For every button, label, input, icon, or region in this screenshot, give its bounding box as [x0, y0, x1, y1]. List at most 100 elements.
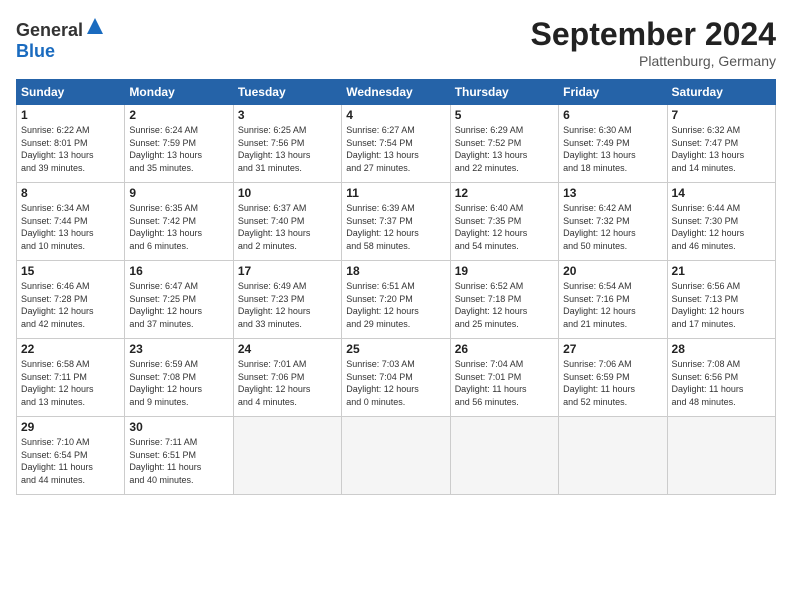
day-info: Sunrise: 6:22 AM Sunset: 8:01 PM Dayligh…: [21, 124, 120, 174]
col-header-wednesday: Wednesday: [342, 80, 450, 105]
day-number: 18: [346, 264, 445, 278]
day-info: Sunrise: 6:54 AM Sunset: 7:16 PM Dayligh…: [563, 280, 662, 330]
day-number: 24: [238, 342, 337, 356]
day-info: Sunrise: 6:52 AM Sunset: 7:18 PM Dayligh…: [455, 280, 554, 330]
day-cell: 10 Sunrise: 6:37 AM Sunset: 7:40 PM Dayli…: [233, 183, 341, 261]
day-cell: 16 Sunrise: 6:47 AM Sunset: 7:25 PM Dayli…: [125, 261, 233, 339]
day-cell: 6 Sunrise: 6:30 AM Sunset: 7:49 PM Daylig…: [559, 105, 667, 183]
day-number: 9: [129, 186, 228, 200]
day-cell: 9 Sunrise: 6:35 AM Sunset: 7:42 PM Daylig…: [125, 183, 233, 261]
header: General Blue September 2024 Plattenburg,…: [16, 16, 776, 69]
calendar-table: SundayMondayTuesdayWednesdayThursdayFrid…: [16, 79, 776, 495]
day-cell: 4 Sunrise: 6:27 AM Sunset: 7:54 PM Daylig…: [342, 105, 450, 183]
day-info: Sunrise: 6:49 AM Sunset: 7:23 PM Dayligh…: [238, 280, 337, 330]
day-info: Sunrise: 6:29 AM Sunset: 7:52 PM Dayligh…: [455, 124, 554, 174]
day-info: Sunrise: 6:47 AM Sunset: 7:25 PM Dayligh…: [129, 280, 228, 330]
col-header-friday: Friday: [559, 80, 667, 105]
day-number: 12: [455, 186, 554, 200]
day-number: 7: [672, 108, 771, 122]
day-cell: 1 Sunrise: 6:22 AM Sunset: 8:01 PM Daylig…: [17, 105, 125, 183]
logo: General Blue: [16, 16, 105, 62]
day-number: 21: [672, 264, 771, 278]
day-number: 29: [21, 420, 120, 434]
day-cell: 23 Sunrise: 6:59 AM Sunset: 7:08 PM Dayli…: [125, 339, 233, 417]
day-info: Sunrise: 6:27 AM Sunset: 7:54 PM Dayligh…: [346, 124, 445, 174]
day-number: 17: [238, 264, 337, 278]
day-cell: 21Sunrise: 6:56 AM Sunset: 7:13 PM Dayli…: [667, 261, 775, 339]
day-number: 23: [129, 342, 228, 356]
day-info: Sunrise: 7:10 AM Sunset: 6:54 PM Dayligh…: [21, 436, 120, 486]
day-cell: 2Sunrise: 6:24 AM Sunset: 7:59 PM Daylig…: [125, 105, 233, 183]
day-cell: 22 Sunrise: 6:58 AM Sunset: 7:11 PM Dayli…: [17, 339, 125, 417]
day-number: 13: [563, 186, 662, 200]
day-cell: 30 Sunrise: 7:11 AM Sunset: 6:51 PM Dayli…: [125, 417, 233, 495]
day-cell: 29 Sunrise: 7:10 AM Sunset: 6:54 PM Dayli…: [17, 417, 125, 495]
day-cell: [667, 417, 775, 495]
day-number: 30: [129, 420, 228, 434]
day-number: 14: [672, 186, 771, 200]
day-cell: 25Sunrise: 7:03 AM Sunset: 7:04 PM Dayli…: [342, 339, 450, 417]
day-info: Sunrise: 6:40 AM Sunset: 7:35 PM Dayligh…: [455, 202, 554, 252]
day-info: Sunrise: 7:04 AM Sunset: 7:01 PM Dayligh…: [455, 358, 554, 408]
day-number: 10: [238, 186, 337, 200]
day-info: Sunrise: 7:03 AM Sunset: 7:04 PM Dayligh…: [346, 358, 445, 408]
day-cell: 11Sunrise: 6:39 AM Sunset: 7:37 PM Dayli…: [342, 183, 450, 261]
day-number: 16: [129, 264, 228, 278]
day-info: Sunrise: 7:06 AM Sunset: 6:59 PM Dayligh…: [563, 358, 662, 408]
day-cell: 14Sunrise: 6:44 AM Sunset: 7:30 PM Dayli…: [667, 183, 775, 261]
day-info: Sunrise: 7:11 AM Sunset: 6:51 PM Dayligh…: [129, 436, 228, 486]
day-info: Sunrise: 6:35 AM Sunset: 7:42 PM Dayligh…: [129, 202, 228, 252]
logo-blue-text: Blue: [16, 41, 55, 61]
day-cell: 28 Sunrise: 7:08 AM Sunset: 6:56 PM Dayli…: [667, 339, 775, 417]
month-title: September 2024: [531, 16, 776, 53]
day-number: 28: [672, 342, 771, 356]
day-info: Sunrise: 6:30 AM Sunset: 7:49 PM Dayligh…: [563, 124, 662, 174]
week-row-4: 22 Sunrise: 6:58 AM Sunset: 7:11 PM Dayli…: [17, 339, 776, 417]
day-number: 5: [455, 108, 554, 122]
logo-general-text: General: [16, 20, 83, 40]
day-number: 4: [346, 108, 445, 122]
day-number: 11: [346, 186, 445, 200]
day-info: Sunrise: 7:08 AM Sunset: 6:56 PM Dayligh…: [672, 358, 771, 408]
day-number: 1: [21, 108, 120, 122]
location: Plattenburg, Germany: [531, 53, 776, 69]
day-cell: [559, 417, 667, 495]
header-row: SundayMondayTuesdayWednesdayThursdayFrid…: [17, 80, 776, 105]
day-info: Sunrise: 6:37 AM Sunset: 7:40 PM Dayligh…: [238, 202, 337, 252]
day-cell: 18 Sunrise: 6:51 AM Sunset: 7:20 PM Dayli…: [342, 261, 450, 339]
day-info: Sunrise: 6:58 AM Sunset: 7:11 PM Dayligh…: [21, 358, 120, 408]
day-cell: 3Sunrise: 6:25 AM Sunset: 7:56 PM Daylig…: [233, 105, 341, 183]
day-info: Sunrise: 6:42 AM Sunset: 7:32 PM Dayligh…: [563, 202, 662, 252]
col-header-sunday: Sunday: [17, 80, 125, 105]
day-info: Sunrise: 6:59 AM Sunset: 7:08 PM Dayligh…: [129, 358, 228, 408]
day-number: 22: [21, 342, 120, 356]
day-info: Sunrise: 6:32 AM Sunset: 7:47 PM Dayligh…: [672, 124, 771, 174]
day-cell: 7 Sunrise: 6:32 AM Sunset: 7:47 PM Daylig…: [667, 105, 775, 183]
day-info: Sunrise: 6:34 AM Sunset: 7:44 PM Dayligh…: [21, 202, 120, 252]
logo-icon: [85, 16, 105, 36]
day-info: Sunrise: 6:51 AM Sunset: 7:20 PM Dayligh…: [346, 280, 445, 330]
day-info: Sunrise: 6:46 AM Sunset: 7:28 PM Dayligh…: [21, 280, 120, 330]
day-cell: 17 Sunrise: 6:49 AM Sunset: 7:23 PM Dayli…: [233, 261, 341, 339]
col-header-thursday: Thursday: [450, 80, 558, 105]
day-cell: 24 Sunrise: 7:01 AM Sunset: 7:06 PM Dayli…: [233, 339, 341, 417]
day-number: 26: [455, 342, 554, 356]
day-cell: 26 Sunrise: 7:04 AM Sunset: 7:01 PM Dayli…: [450, 339, 558, 417]
week-row-3: 15Sunrise: 6:46 AM Sunset: 7:28 PM Dayli…: [17, 261, 776, 339]
calendar-page: General Blue September 2024 Plattenburg,…: [0, 0, 792, 612]
day-number: 8: [21, 186, 120, 200]
day-cell: 12 Sunrise: 6:40 AM Sunset: 7:35 PM Dayli…: [450, 183, 558, 261]
day-number: 19: [455, 264, 554, 278]
col-header-monday: Monday: [125, 80, 233, 105]
day-info: Sunrise: 6:24 AM Sunset: 7:59 PM Dayligh…: [129, 124, 228, 174]
day-number: 6: [563, 108, 662, 122]
col-header-saturday: Saturday: [667, 80, 775, 105]
day-cell: 19 Sunrise: 6:52 AM Sunset: 7:18 PM Dayli…: [450, 261, 558, 339]
week-row-1: 1 Sunrise: 6:22 AM Sunset: 8:01 PM Daylig…: [17, 105, 776, 183]
day-cell: 5 Sunrise: 6:29 AM Sunset: 7:52 PM Daylig…: [450, 105, 558, 183]
col-header-tuesday: Tuesday: [233, 80, 341, 105]
day-cell: 13 Sunrise: 6:42 AM Sunset: 7:32 PM Dayli…: [559, 183, 667, 261]
week-row-5: 29 Sunrise: 7:10 AM Sunset: 6:54 PM Dayli…: [17, 417, 776, 495]
day-cell: 20Sunrise: 6:54 AM Sunset: 7:16 PM Dayli…: [559, 261, 667, 339]
day-info: Sunrise: 7:01 AM Sunset: 7:06 PM Dayligh…: [238, 358, 337, 408]
